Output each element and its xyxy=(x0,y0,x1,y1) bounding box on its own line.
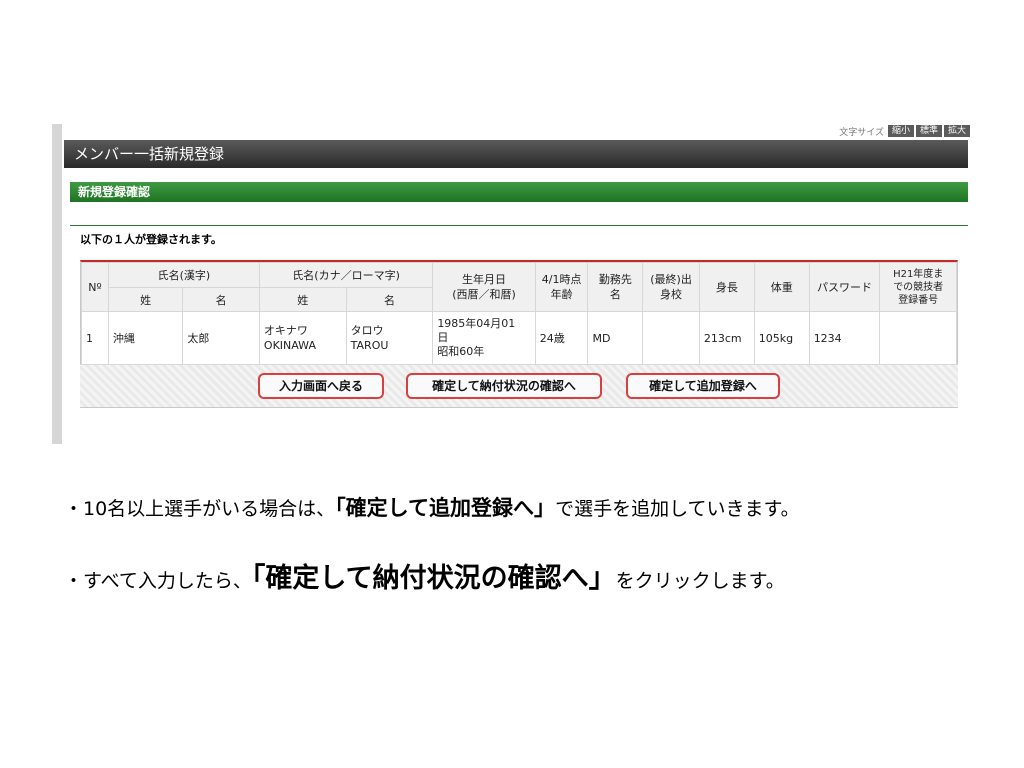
instruction-2-text: ・すべて入力したら、 xyxy=(64,570,252,592)
section-title: 新規登録確認 xyxy=(70,182,968,202)
col-workplace-header: 勤務先 名 xyxy=(587,262,644,312)
confirm-payment-status-button[interactable]: 確定して納付状況の確認へ xyxy=(406,373,602,399)
instruction-2-tail: をクリックします。 xyxy=(615,570,785,592)
page-title: メンバー一括新規登録 xyxy=(64,140,968,168)
instruction-1-text: ・10名以上選手がいる場合は、 xyxy=(64,498,336,520)
cell-weight: 105kg xyxy=(753,311,810,365)
screenshot-panel: 文字サイズ 縮小 標準 拡大 メンバー一括新規登録 新規登録確認 以下の１人が登… xyxy=(52,124,972,444)
cell-school xyxy=(642,311,700,365)
font-size-label: 文字サイズ xyxy=(839,127,884,138)
instruction-line-2: ・すべて入力したら、「確定して納付状況の確認へ」をクリックします。 xyxy=(64,556,785,595)
font-size-small-button[interactable]: 縮小 xyxy=(887,125,914,137)
table-row: 1 沖縄 太郎 オキナワ OKINAWA タロウ TAROU 1985年04月0… xyxy=(81,311,957,365)
col-sei-kanji-header: 姓 xyxy=(107,287,184,312)
cell-height: 213cm xyxy=(698,311,755,365)
col-password-header: パスワード xyxy=(808,262,881,312)
instruction-1-emphasis: 「確定して追加登録へ」 xyxy=(335,496,556,520)
confirm-add-registration-button[interactable]: 確定して追加登録へ xyxy=(626,373,780,399)
col-name-kana-header: 氏名(カナ／ローマ字) xyxy=(258,262,434,288)
col-height-header: 身長 xyxy=(698,262,755,312)
cell-mei-kanji: 太郎 xyxy=(182,311,260,365)
col-birthdate-header: 生年月日 (西暦／和暦) xyxy=(432,262,536,312)
cell-no: 1 xyxy=(81,311,109,365)
instruction-1-tail: で選手を追加していきます。 xyxy=(555,498,800,520)
cell-password: 1234 xyxy=(808,311,881,365)
instruction-line-1: ・10名以上選手がいる場合は、「確定して追加登録へ」で選手を追加していきます。 xyxy=(64,492,800,522)
col-mei-kanji-header: 名 xyxy=(182,287,260,312)
col-sei-kana-header: 姓 xyxy=(258,287,347,312)
cell-mei-kana: タロウ TAROU xyxy=(345,311,434,365)
col-age-header: 4/1時点 年齢 xyxy=(534,262,589,312)
col-registration-number-header: H21年度ま での競技者 登録番号 xyxy=(879,262,957,312)
col-weight-header: 体重 xyxy=(753,262,810,312)
cell-birthdate: 1985年04月01 日 昭和60年 xyxy=(432,311,536,365)
cell-sei-kana: オキナワ OKINAWA xyxy=(258,311,347,365)
registration-notice: 以下の１人が登録されます。 xyxy=(80,233,222,246)
action-button-row: 入力画面へ戻る 確定して納付状況の確認へ 確定して追加登録へ xyxy=(80,364,958,407)
back-to-input-button[interactable]: 入力画面へ戻る xyxy=(258,373,384,399)
instruction-2-emphasis: 「確定して納付状況の確認へ」 xyxy=(251,563,616,594)
font-size-large-button[interactable]: 拡大 xyxy=(943,125,970,137)
col-name-kanji-header: 氏名(漢字) xyxy=(107,262,260,288)
col-mei-kana-header: 名 xyxy=(345,287,434,312)
cell-registration-number xyxy=(879,311,957,365)
table-header-row: Nº 氏名(漢字) 氏名(カナ／ローマ字) 生年月日 (西暦／和暦) 4/1時点… xyxy=(81,262,957,312)
cell-age: 24歳 xyxy=(534,311,589,365)
font-size-standard-button[interactable]: 標準 xyxy=(915,125,942,137)
section-divider xyxy=(70,225,968,226)
panel-left-border xyxy=(52,124,62,444)
col-school-header: (最終)出 身校 xyxy=(642,262,700,312)
cell-sei-kanji: 沖縄 xyxy=(107,311,184,365)
font-size-controls: 文字サイズ 縮小 標準 拡大 xyxy=(839,124,970,138)
cell-workplace: MD xyxy=(587,311,644,365)
col-no-header: Nº xyxy=(81,262,109,312)
